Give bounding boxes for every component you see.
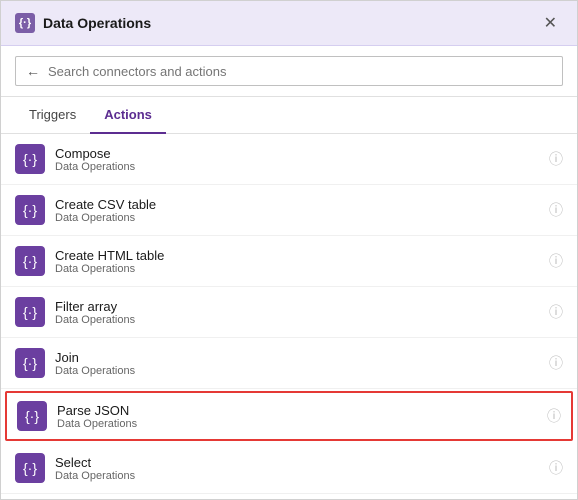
curly-braces-icon: {·} — [19, 17, 31, 29]
filter-array-icon: {·} — [15, 297, 45, 327]
action-item-create-csv-table[interactable]: {·} Create CSV table Data Operations ⓘ — [1, 185, 577, 236]
create-csv-text: Create CSV table Data Operations — [55, 197, 541, 224]
parse-json-text: Parse JSON Data Operations — [57, 403, 539, 430]
search-bar: ← — [1, 46, 577, 97]
create-csv-info-icon[interactable]: ⓘ — [549, 200, 563, 220]
filter-array-text: Filter array Data Operations — [55, 299, 541, 326]
create-html-info-icon[interactable]: ⓘ — [549, 251, 563, 271]
action-item-filter-array[interactable]: {·} Filter array Data Operations ⓘ — [1, 287, 577, 338]
compose-info-icon[interactable]: ⓘ — [549, 149, 563, 169]
panel-icon: {·} — [15, 13, 35, 33]
select-info-icon[interactable]: ⓘ — [549, 458, 563, 478]
action-item-compose[interactable]: {·} Compose Data Operations ⓘ — [1, 134, 577, 185]
create-html-icon: {·} — [15, 246, 45, 276]
panel-header: {·} Data Operations ✕ — [1, 1, 577, 46]
compose-text: Compose Data Operations — [55, 146, 541, 173]
action-item-create-html-table[interactable]: {·} Create HTML table Data Operations ⓘ — [1, 236, 577, 287]
join-icon: {·} — [15, 348, 45, 378]
action-item-select[interactable]: {·} Select Data Operations ⓘ — [1, 443, 577, 494]
tabs-bar: Triggers Actions — [1, 97, 577, 134]
create-html-text: Create HTML table Data Operations — [55, 248, 541, 275]
action-item-parse-json[interactable]: {·} Parse JSON Data Operations ⓘ — [5, 391, 573, 441]
parse-json-icon: {·} — [17, 401, 47, 431]
header-left: {·} Data Operations — [15, 13, 151, 33]
join-text: Join Data Operations — [55, 350, 541, 377]
search-input[interactable] — [48, 64, 552, 79]
select-icon: {·} — [15, 453, 45, 483]
tab-triggers[interactable]: Triggers — [15, 97, 90, 134]
action-item-join[interactable]: {·} Join Data Operations ⓘ — [1, 338, 577, 389]
data-operations-panel: {·} Data Operations ✕ ← Triggers Actions… — [0, 0, 578, 500]
actions-list: {·} Compose Data Operations ⓘ {·} Create… — [1, 134, 577, 499]
close-button[interactable]: ✕ — [538, 11, 563, 35]
panel-title: Data Operations — [43, 15, 151, 31]
tab-actions[interactable]: Actions — [90, 97, 166, 134]
search-input-wrap: ← — [15, 56, 563, 86]
compose-icon: {·} — [15, 144, 45, 174]
parse-json-info-icon[interactable]: ⓘ — [547, 406, 561, 426]
create-csv-icon: {·} — [15, 195, 45, 225]
back-arrow-icon[interactable]: ← — [26, 63, 40, 79]
join-info-icon[interactable]: ⓘ — [549, 353, 563, 373]
select-text: Select Data Operations — [55, 455, 541, 482]
filter-array-info-icon[interactable]: ⓘ — [549, 302, 563, 322]
